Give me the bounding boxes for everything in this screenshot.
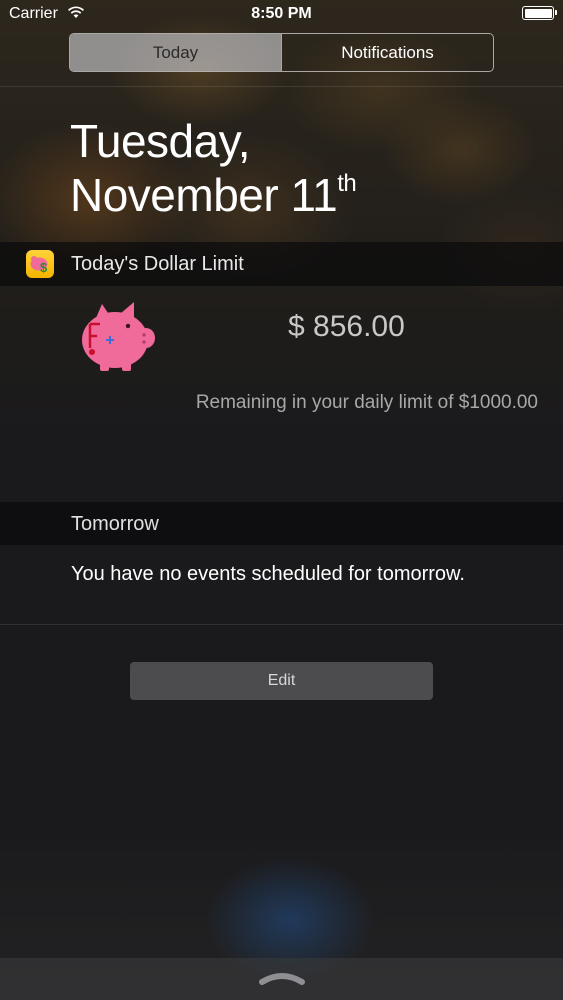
piggy-bank-icon	[82, 302, 155, 371]
tomorrow-title: Tomorrow	[71, 513, 159, 535]
chevron-up-grabber-icon[interactable]	[258, 968, 306, 986]
widget-title: Today's Dollar Limit	[71, 253, 244, 275]
remaining-amount: $ 856.00	[288, 310, 405, 343]
no-events-message: You have no events scheduled for tomorro…	[71, 563, 465, 585]
tab-today[interactable]: Today	[70, 34, 281, 71]
edit-button[interactable]: Edit	[130, 662, 433, 700]
piggy-bank-dollar-icon: $	[26, 250, 54, 278]
tomorrow-header: Tomorrow	[0, 502, 563, 545]
svg-text:$: $	[40, 260, 48, 275]
status-bar: Carrier 8:50 PM	[0, 0, 563, 28]
date-ordinal-suffix: th	[337, 169, 357, 197]
remaining-limit-text: Remaining in your daily limit of $1000.0…	[195, 392, 538, 413]
clock-label: 8:50 PM	[251, 5, 312, 22]
tab-notifications[interactable]: Notifications	[281, 34, 493, 71]
today-notifications-segmented-control: Today Notifications	[69, 33, 494, 72]
date-heading: Tuesday, November 11th	[70, 114, 357, 222]
date-weekday: Tuesday,	[70, 115, 251, 167]
divider	[0, 624, 563, 625]
date-month-day: November 11th	[70, 168, 357, 222]
divider	[0, 86, 563, 87]
widget-header-dollar-limit[interactable]: $ Today's Dollar Limit	[0, 242, 563, 286]
date-month-day-text: November 11	[70, 169, 338, 221]
battery-icon	[522, 6, 557, 20]
